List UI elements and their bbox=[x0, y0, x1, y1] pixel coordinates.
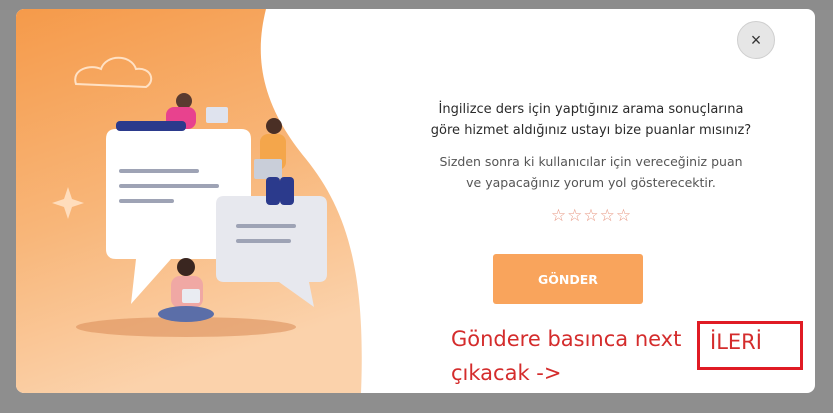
star-5[interactable]: ☆ bbox=[616, 207, 631, 225]
star-rating: ☆ ☆ ☆ ☆ ☆ bbox=[391, 207, 791, 225]
rating-question: İngilizce ders için yaptığınız arama son… bbox=[430, 102, 752, 138]
rating-content: İngilizce ders için yaptığınız arama son… bbox=[391, 99, 791, 225]
annotation-note: Göndere basınca next çıkacak -> bbox=[451, 327, 682, 385]
star-4[interactable]: ☆ bbox=[600, 207, 615, 225]
rating-modal: İngilizce ders için yaptığınız arama son… bbox=[16, 9, 815, 393]
star-3[interactable]: ☆ bbox=[583, 207, 598, 225]
illustration bbox=[16, 9, 362, 393]
close-button[interactable]: × bbox=[737, 21, 775, 59]
star-1[interactable]: ☆ bbox=[551, 207, 566, 225]
star-2[interactable]: ☆ bbox=[567, 207, 582, 225]
send-button[interactable]: GÖNDER bbox=[493, 254, 643, 304]
next-button-annotation[interactable]: İLERİ bbox=[697, 321, 803, 370]
rating-description: Sizden sonra ki kullanıcılar için verece… bbox=[439, 154, 743, 190]
close-icon: × bbox=[750, 29, 762, 50]
